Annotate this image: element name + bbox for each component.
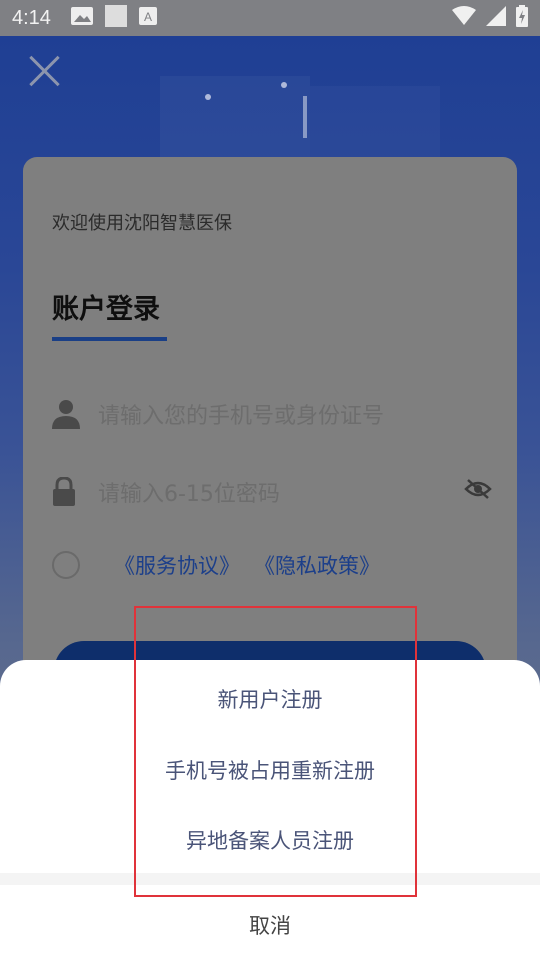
- cancel-button[interactable]: 取消: [0, 910, 540, 940]
- privacy-policy-link[interactable]: 《隐私政策》: [254, 550, 380, 580]
- battery-charging-icon: [516, 5, 528, 31]
- tab-account-login[interactable]: 账户登录: [52, 287, 160, 326]
- background-dot: [281, 82, 287, 88]
- phone-field[interactable]: 请输入您的手机号或身份证号: [52, 392, 492, 436]
- welcome-text: 欢迎使用沈阳智慧医保: [52, 213, 232, 234]
- lock-icon: [52, 476, 80, 507]
- close-icon[interactable]: [28, 54, 62, 88]
- phone-placeholder: 请输入您的手机号或身份证号: [98, 404, 385, 429]
- background-bar: [303, 96, 307, 138]
- background-dot: [205, 94, 211, 100]
- agreement-row: 《服务协议》 《隐私政策》: [52, 550, 394, 580]
- highlight-box: [134, 606, 417, 897]
- wifi-icon: [452, 6, 476, 30]
- square-icon: [104, 5, 127, 31]
- password-placeholder: 请输入6-15位密码: [98, 482, 280, 507]
- status-bar: 4:14 A: [0, 0, 540, 36]
- signal-icon: [486, 6, 506, 30]
- image-icon: [70, 7, 93, 29]
- font-icon: A: [138, 7, 157, 29]
- user-icon: [52, 399, 80, 429]
- agree-checkbox[interactable]: [52, 551, 80, 579]
- password-field[interactable]: 请输入6-15位密码: [52, 470, 492, 514]
- service-agreement-link[interactable]: 《服务协议》: [114, 550, 240, 580]
- svg-text:A: A: [144, 10, 152, 24]
- tab-underline: [52, 337, 167, 341]
- eye-off-icon[interactable]: [464, 478, 492, 504]
- status-time: 4:14: [12, 6, 51, 29]
